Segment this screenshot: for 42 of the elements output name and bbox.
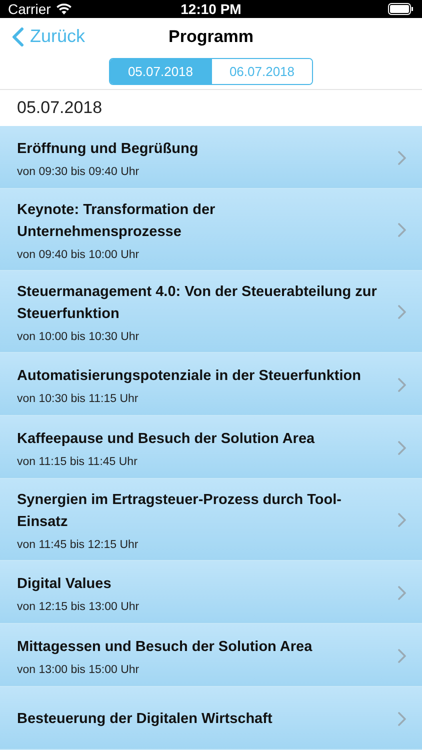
chevron-right-icon xyxy=(398,513,406,527)
session-time: von 10:30 bis 11:15 Uhr xyxy=(17,392,140,404)
chevron-right-icon xyxy=(398,648,406,662)
session-row[interactable]: Kaffeepause und Besuch der Solution Area von 11:15 bis 11:45 Uhr xyxy=(0,416,422,479)
session-time: von 10:00 bis 10:30 Uhr xyxy=(17,331,140,343)
session-title: Kaffeepause und Besuch der Solution Area xyxy=(17,430,316,448)
session-time: von 11:15 bis 11:45 Uhr xyxy=(17,456,138,468)
chevron-right-icon xyxy=(398,586,406,600)
battery-icon xyxy=(388,2,414,15)
session-row[interactable]: Steuermanagement 4.0: Von der Steuerabteilung zur Steuerfunktion von 10:00 bis 10:30 Uhr xyxy=(0,271,422,353)
session-title: Automatisierungspotenziale in der Steuerfunktion xyxy=(17,366,362,386)
session-time: von 09:30 bis 09:40 Uhr xyxy=(17,166,140,178)
chevron-right-icon xyxy=(398,440,406,454)
session-title: Digital Values xyxy=(17,574,112,594)
session-title: Keynote: Transformation der Unternehmensprozesse xyxy=(17,201,216,242)
session-row[interactable]: Synergien im Ertragsteuer-Prozess durch Tool-Einsatz von 11:45 bis 12:15 Uhr xyxy=(0,479,422,561)
session-row[interactable]: Keynote: Transformation der Unternehmensprozesse von 09:40 bis 10:00 Uhr xyxy=(0,189,422,271)
wifi-icon xyxy=(56,2,72,15)
session-row[interactable]: Digital Values von 12:15 bis 13:00 Uhr xyxy=(0,561,422,624)
session-time: von 12:15 bis 13:00 Uhr xyxy=(17,600,140,612)
carrier-label: Carrier xyxy=(8,0,51,17)
session-time: von 09:40 bis 10:00 Uhr xyxy=(17,249,140,261)
chevron-right-icon xyxy=(398,712,406,726)
session-title: Synergien im Ertragsteuer-Prozess durch Tool-Einsatz xyxy=(17,491,342,532)
session-row[interactable]: Eröffnung und Begrüßung von 09:30 bis 09:40 Uhr xyxy=(0,126,422,189)
chevron-left-icon xyxy=(12,26,24,47)
nav-title: Programm xyxy=(168,26,254,47)
session-title: Besteuerung der Digitalen Wirtschaft xyxy=(17,710,274,728)
status-time: 12:10 PM xyxy=(180,0,242,17)
session-title: Steuermanagement 4.0: Von der Steuerabteilung zur Steuerfunktion xyxy=(17,283,378,324)
session-time: von 13:00 bis 15:00 Uhr xyxy=(17,664,140,676)
session-row[interactable]: Mittagessen und Besuch der Solution Area von 13:00 bis 15:00 Uhr xyxy=(0,624,422,687)
section-header: 05.07.2018 xyxy=(17,98,102,118)
chevron-right-icon xyxy=(398,150,406,164)
chevron-right-icon xyxy=(398,223,406,237)
session-title: Eröffnung und Begrüßung xyxy=(17,140,200,158)
session-row[interactable]: Automatisierungspotenziale in der Steuerfunktion von 10:30 bis 11:15 Uhr xyxy=(0,353,422,416)
session-time: von 11:45 bis 12:15 Uhr xyxy=(17,539,140,551)
chevron-right-icon xyxy=(398,378,406,392)
chevron-right-icon xyxy=(398,305,406,319)
session-row[interactable]: Besteuerung der Digitalen Wirtschaft xyxy=(0,687,422,750)
session-title: Mittagessen und Besuch der Solution Area xyxy=(17,638,314,656)
